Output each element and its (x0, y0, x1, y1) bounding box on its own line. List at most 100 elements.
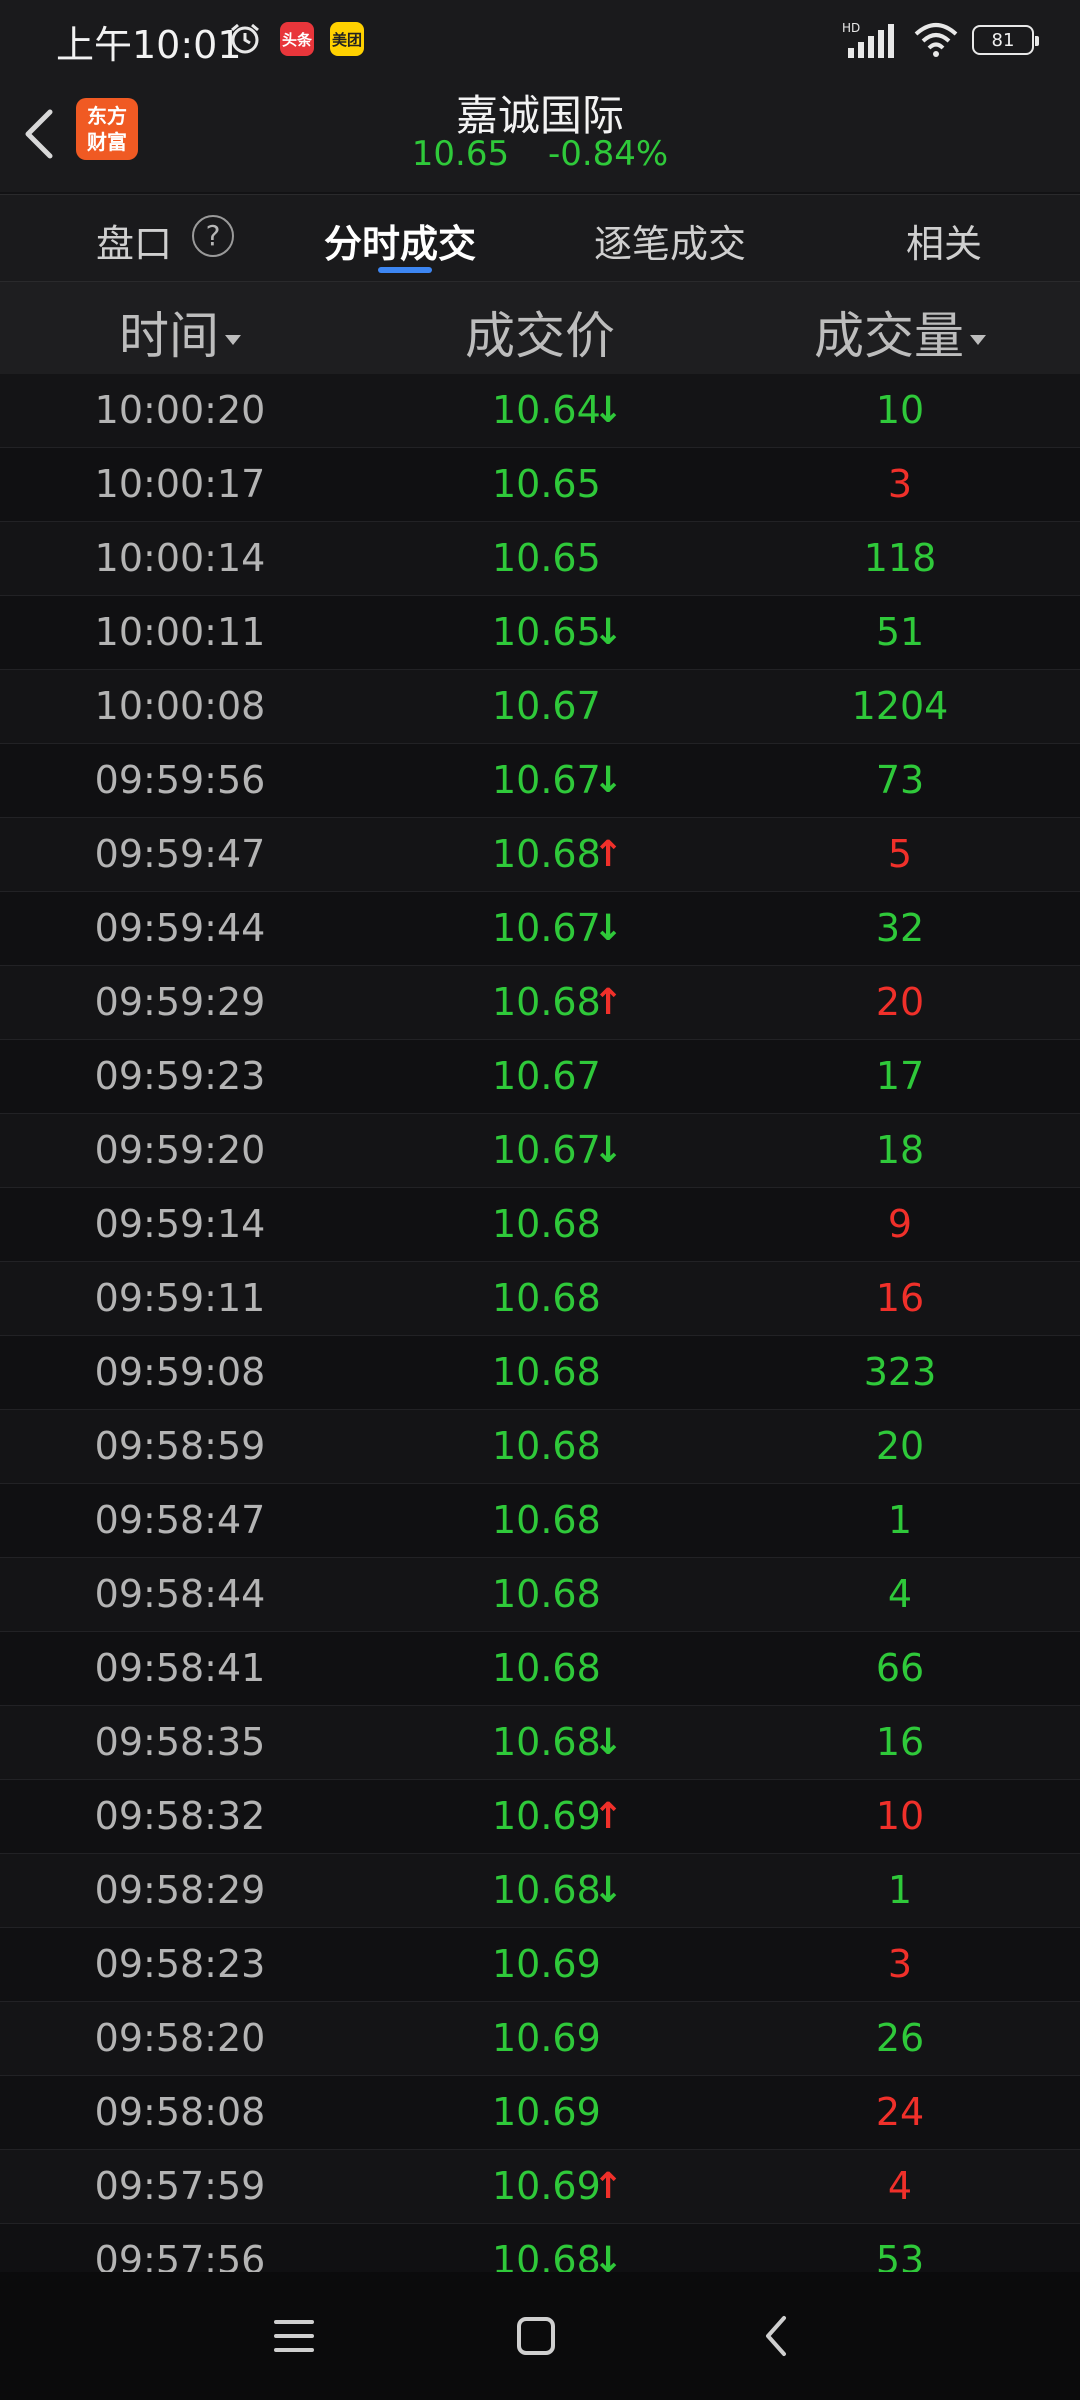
trade-time: 09:58:20 (94, 2016, 266, 2060)
trade-time: 10:00:20 (94, 388, 266, 432)
table-row[interactable]: 10:00:08 10.67 1204 (0, 670, 1080, 744)
trade-price: 10.68 (492, 980, 601, 1024)
trade-time: 10:00:17 (94, 462, 266, 506)
trade-time: 10:00:11 (94, 610, 266, 654)
trade-price: 10.68 (492, 1646, 601, 1690)
trade-volume: 20 (875, 1424, 925, 1468)
trade-price: 10.68 (492, 1202, 601, 1246)
table-row[interactable]: 09:58:41 10.68 66 (0, 1632, 1080, 1706)
current-price: 10.65 (411, 134, 510, 174)
trade-time: 09:59:44 (94, 906, 266, 950)
trade-volume: 1204 (851, 684, 949, 728)
table-row[interactable]: 09:58:23 10.69 3 (0, 1928, 1080, 2002)
column-price-label: 成交价 (465, 307, 615, 365)
table-row[interactable]: 09:58:08 10.69 24 (0, 2076, 1080, 2150)
column-volume[interactable]: 成交量 (720, 296, 1080, 368)
tab-order-book[interactable]: 盘口 (96, 213, 172, 268)
quote-line: 10.65 -0.84% (0, 134, 1080, 174)
status-bar: 上午10:01 头条 美团 HD 81 (0, 0, 1080, 80)
trade-price: 10.67 (492, 1128, 601, 1172)
trade-price: 10.68 (492, 1276, 601, 1320)
table-row[interactable]: 09:58:44 10.68 4 (0, 1558, 1080, 1632)
status-indicators: HD 81 (842, 20, 1039, 60)
table-row[interactable]: 09:59:20 10.67 ↓ 18 (0, 1114, 1080, 1188)
trade-time: 09:59:14 (94, 1202, 266, 1246)
down-arrow-icon: ↓ (593, 1870, 624, 1911)
tab-bar: 盘口 ? 分时成交 逐笔成交 相关 (0, 194, 1080, 282)
down-arrow-icon: ↓ (593, 908, 624, 949)
trade-volume: 73 (875, 758, 925, 802)
table-row[interactable]: 09:59:14 10.68 9 (0, 1188, 1080, 1262)
help-icon[interactable]: ? (192, 215, 234, 257)
tab-time-trades[interactable]: 分时成交 (324, 213, 476, 268)
trade-price: 10.67 (492, 758, 601, 802)
tab-tick-trades[interactable]: 逐笔成交 (594, 213, 746, 268)
trade-price: 10.68 (492, 1424, 601, 1468)
trade-price: 10.69 (492, 2164, 601, 2208)
trade-price: 10.67 (492, 684, 601, 728)
trade-volume: 3 (887, 462, 913, 506)
table-row[interactable]: 09:58:47 10.68 1 (0, 1484, 1080, 1558)
trade-volume: 323 (863, 1350, 937, 1394)
trade-time: 09:59:11 (94, 1276, 266, 1320)
trade-price: 10.69 (492, 2090, 601, 2134)
table-row[interactable]: 09:58:35 10.68 ↓ 16 (0, 1706, 1080, 1780)
column-time[interactable]: 时间 (0, 296, 360, 368)
change-percent: -0.84% (547, 134, 669, 174)
trade-price: 10.68 (492, 832, 601, 876)
home-icon[interactable] (510, 2310, 562, 2362)
meituan-notification-icon: 美团 (330, 22, 364, 56)
trade-price: 10.68 (492, 1720, 601, 1764)
menu-icon[interactable] (268, 2310, 320, 2362)
trade-time: 09:59:20 (94, 1128, 266, 1172)
trade-price: 10.65 (492, 462, 601, 506)
trade-time: 10:00:14 (94, 536, 266, 580)
trade-volume: 1 (887, 1498, 913, 1542)
trade-time: 09:59:47 (94, 832, 266, 876)
back-icon[interactable] (752, 2310, 804, 2362)
trade-price: 10.69 (492, 2016, 601, 2060)
trades-table: 10:00:20 10.64 ↓ 10 10:00:17 10.65 3 10:00:14 10… (0, 374, 1080, 2298)
trade-volume: 10 (875, 388, 925, 432)
table-row[interactable]: 09:59:29 10.68 ↑ 20 (0, 966, 1080, 1040)
column-time-label: 时间 (119, 307, 219, 365)
table-row[interactable]: 09:59:47 10.68 ↑ 5 (0, 818, 1080, 892)
trade-time: 09:57:59 (94, 2164, 266, 2208)
table-row[interactable]: 10:00:17 10.65 3 (0, 448, 1080, 522)
table-header: 时间 成交价 成交量 (0, 282, 1080, 374)
trade-time: 09:58:08 (94, 2090, 266, 2134)
table-row[interactable]: 09:58:59 10.68 20 (0, 1410, 1080, 1484)
table-row[interactable]: 09:59:44 10.67 ↓ 32 (0, 892, 1080, 966)
sort-caret-icon (970, 334, 986, 345)
table-row[interactable]: 09:57:59 10.69 ↑ 4 (0, 2150, 1080, 2224)
table-row[interactable]: 09:59:11 10.68 16 (0, 1262, 1080, 1336)
trade-price: 10.68 (492, 1498, 601, 1542)
table-row[interactable]: 09:58:20 10.69 26 (0, 2002, 1080, 2076)
trade-time: 09:58:35 (94, 1720, 266, 1764)
trade-price: 10.65 (492, 536, 601, 580)
trade-time: 09:59:23 (94, 1054, 266, 1098)
up-arrow-icon: ↑ (593, 982, 624, 1023)
table-row[interactable]: 10:00:20 10.64 ↓ 10 (0, 374, 1080, 448)
table-row[interactable]: 10:00:14 10.65 118 (0, 522, 1080, 596)
trade-time: 10:00:08 (94, 684, 266, 728)
trade-price: 10.67 (492, 906, 601, 950)
trade-time: 09:58:32 (94, 1794, 266, 1838)
column-volume-label: 成交量 (814, 307, 964, 365)
cellular-signal-icon: HD (842, 21, 894, 58)
active-tab-indicator (378, 267, 432, 273)
table-row[interactable]: 09:59:23 10.67 17 (0, 1040, 1080, 1114)
tab-related[interactable]: 相关 (906, 213, 982, 268)
table-row[interactable]: 09:59:08 10.68 323 (0, 1336, 1080, 1410)
table-row[interactable]: 09:58:32 10.69 ↑ 10 (0, 1780, 1080, 1854)
trade-time: 09:58:47 (94, 1498, 266, 1542)
trade-price: 10.69 (492, 1794, 601, 1838)
trade-volume: 4 (887, 1572, 913, 1616)
system-nav-bar (0, 2272, 1080, 2400)
table-row[interactable]: 09:58:29 10.68 ↓ 1 (0, 1854, 1080, 1928)
table-row[interactable]: 09:59:56 10.67 ↓ 73 (0, 744, 1080, 818)
trade-volume: 9 (887, 1202, 913, 1246)
down-arrow-icon: ↓ (593, 390, 624, 431)
table-row[interactable]: 10:00:11 10.65 ↓ 51 (0, 596, 1080, 670)
trade-price: 10.69 (492, 1942, 601, 1986)
